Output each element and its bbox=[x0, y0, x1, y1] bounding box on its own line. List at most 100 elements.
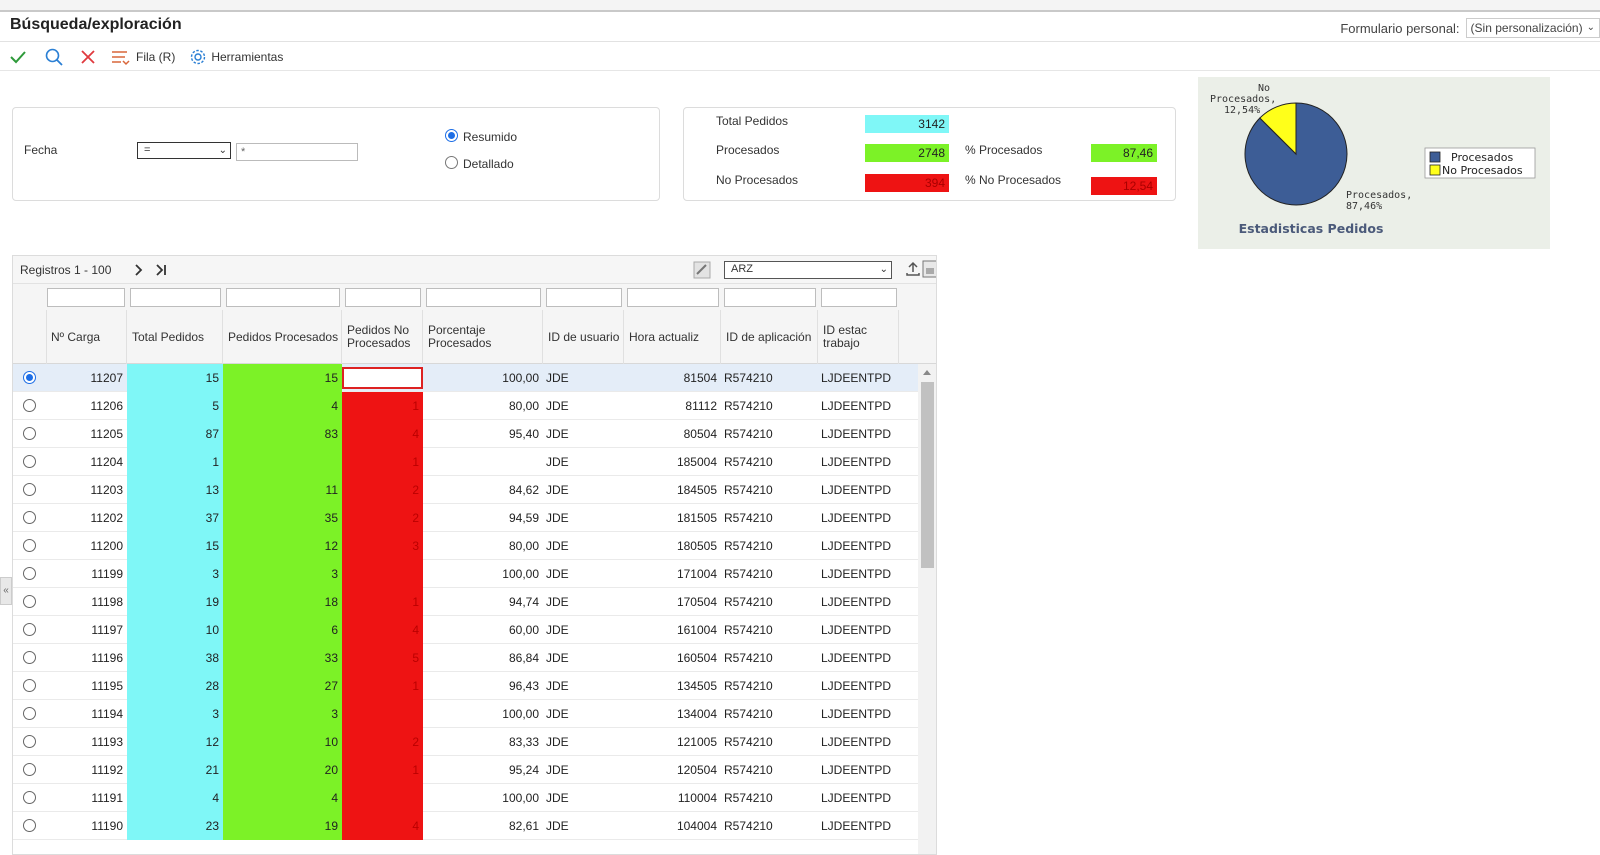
cell-total: 4 bbox=[127, 784, 223, 812]
row-select-radio[interactable] bbox=[23, 567, 36, 580]
header-select bbox=[13, 310, 47, 364]
header-total[interactable]: Total Pedidos bbox=[127, 310, 223, 364]
grid-filter-row bbox=[13, 284, 936, 310]
grid-scrollbar[interactable] bbox=[918, 364, 936, 854]
row-select-radio[interactable] bbox=[23, 595, 36, 608]
table-row[interactable]: 11196 38 33 5 86,84 JDE 160504 R574210 LJDEENTPD bbox=[13, 644, 918, 672]
header-carga[interactable]: Nº Carga bbox=[47, 310, 127, 364]
filter-hora-input[interactable] bbox=[627, 288, 719, 307]
header-app[interactable]: ID de aplicación bbox=[721, 310, 818, 364]
maximize-grid-icon[interactable] bbox=[922, 260, 937, 278]
filter-proc-input[interactable] bbox=[226, 288, 340, 307]
header-proc[interactable]: Pedidos Procesados bbox=[223, 310, 342, 364]
row-select-radio[interactable] bbox=[23, 651, 36, 664]
row-menu-button[interactable]: Fila (R) bbox=[110, 47, 175, 67]
cell-proc: 3 bbox=[223, 560, 342, 588]
row-select-radio[interactable] bbox=[23, 819, 36, 832]
table-row[interactable]: 11193 12 10 2 83,33 JDE 121005 R574210 LJDEENTPD bbox=[13, 728, 918, 756]
header-user[interactable]: ID de usuario bbox=[543, 310, 624, 364]
row-select-radio[interactable] bbox=[23, 623, 36, 636]
scroll-up-icon[interactable] bbox=[922, 368, 932, 376]
table-row[interactable]: 11190 23 19 4 82,61 JDE 104004 R574210 LJDEENTPD bbox=[13, 812, 918, 840]
filter-total-input[interactable] bbox=[130, 288, 221, 307]
header-noproc[interactable]: Pedidos No Procesados bbox=[342, 310, 423, 364]
row-select-radio[interactable] bbox=[23, 791, 36, 804]
filter-user-input[interactable] bbox=[546, 288, 622, 307]
row-select-radio[interactable] bbox=[23, 679, 36, 692]
table-row[interactable]: 11200 15 12 3 80,00 JDE 180505 R574210 LJDEENTPD bbox=[13, 532, 918, 560]
cell-total: 1 bbox=[127, 448, 223, 476]
table-row[interactable]: 11198 19 18 1 94,74 JDE 170504 R574210 LJDEENTPD bbox=[13, 588, 918, 616]
table-row[interactable]: 11194 3 3 100,00 JDE 134004 R574210 LJDEENTPD bbox=[13, 700, 918, 728]
date-operator-select[interactable]: = ⌄ bbox=[137, 142, 231, 159]
edit-grid-icon[interactable] bbox=[693, 261, 711, 279]
last-page-icon[interactable] bbox=[155, 264, 167, 276]
row-menu-label: Fila (R) bbox=[136, 49, 176, 64]
row-select-radio[interactable] bbox=[23, 707, 36, 720]
header-estac[interactable]: ID estac trabajo bbox=[818, 310, 899, 364]
cell-pct: 100,00 bbox=[502, 707, 539, 721]
header-hora[interactable]: Hora actualiz bbox=[624, 310, 721, 364]
row-select-radio[interactable] bbox=[23, 483, 36, 496]
chart-legend: Procesados No Procesados bbox=[1424, 147, 1536, 179]
row-select-radio[interactable] bbox=[23, 371, 36, 384]
cell-noproc bbox=[342, 700, 423, 728]
cell-hora: 184505 bbox=[676, 483, 717, 497]
header-pct[interactable]: Porcentaje Procesados bbox=[423, 310, 543, 364]
cell-app: R574210 bbox=[724, 371, 773, 385]
table-row[interactable]: 11207 15 15 100,00 JDE 81504 R574210 LJDEENTPD bbox=[13, 364, 918, 392]
cell-total: 15 bbox=[127, 532, 223, 560]
cell-estac: LJDEENTPD bbox=[821, 763, 892, 777]
cell-pct: 94,74 bbox=[508, 595, 539, 609]
cell-hora: 81504 bbox=[683, 371, 717, 385]
close-icon bbox=[81, 49, 95, 64]
collapse-panel-tab[interactable]: « bbox=[0, 577, 12, 605]
table-row[interactable]: 11205 87 83 4 95,40 JDE 80504 R574210 LJDEENTPD bbox=[13, 420, 918, 448]
find-button[interactable] bbox=[44, 47, 64, 67]
filter-app-input[interactable] bbox=[724, 288, 816, 307]
table-row[interactable]: 11199 3 3 100,00 JDE 171004 R574210 LJDEENTPD bbox=[13, 560, 918, 588]
chevron-down-icon: ⌄ bbox=[879, 264, 888, 275]
filter-pct-input[interactable] bbox=[426, 288, 541, 307]
table-row[interactable]: 11195 28 27 1 96,43 JDE 134505 R574210 LJDEENTPD bbox=[13, 672, 918, 700]
cell-noproc: 3 bbox=[342, 532, 423, 560]
filter-estac-input[interactable] bbox=[821, 288, 897, 307]
ok-button[interactable] bbox=[8, 47, 28, 67]
cell-noproc bbox=[342, 367, 423, 389]
row-select-radio[interactable] bbox=[23, 735, 36, 748]
row-select-radio[interactable] bbox=[23, 539, 36, 552]
table-row[interactable]: 11203 13 11 2 84,62 JDE 184505 R574210 LJDEENTPD bbox=[13, 476, 918, 504]
date-value-input[interactable]: * bbox=[236, 143, 358, 161]
personal-form-select[interactable]: (Sin personalización) ⌄ bbox=[1465, 18, 1600, 38]
cell-app: R574210 bbox=[724, 595, 773, 609]
filter-noproc-input[interactable] bbox=[345, 288, 421, 307]
filter-carga-input[interactable] bbox=[47, 288, 125, 307]
row-select-radio[interactable] bbox=[23, 399, 36, 412]
summary-radio[interactable] bbox=[445, 129, 458, 142]
grid-format-select[interactable]: ARZ ⌄ bbox=[724, 261, 892, 279]
export-icon[interactable] bbox=[905, 261, 921, 277]
next-page-icon[interactable] bbox=[133, 264, 145, 276]
date-label: Fecha bbox=[24, 143, 58, 157]
grid-scroll-thumb[interactable] bbox=[921, 382, 934, 568]
pct-not-processed-value: 12,54 bbox=[1091, 177, 1157, 195]
close-button[interactable] bbox=[78, 47, 98, 67]
personal-form-value: (Sin personalización) bbox=[1470, 21, 1583, 35]
table-row[interactable]: 11192 21 20 1 95,24 JDE 120504 R574210 LJDEENTPD bbox=[13, 756, 918, 784]
cell-carga: 11200 bbox=[90, 539, 123, 553]
chart-title: Estadisticas Pedidos bbox=[1239, 221, 1384, 236]
table-row[interactable]: 11206 5 4 1 80,00 JDE 81112 R574210 LJDEENTPD bbox=[13, 392, 918, 420]
cell-user: JDE bbox=[546, 567, 569, 581]
table-row[interactable]: 11204 1 1 JDE 185004 R574210 LJDEENTPD bbox=[13, 448, 918, 476]
row-select-radio[interactable] bbox=[23, 427, 36, 440]
table-row[interactable]: 11202 37 35 2 94,59 JDE 181505 R574210 LJDEENTPD bbox=[13, 504, 918, 532]
tools-menu-button[interactable]: Herramientas bbox=[189, 48, 283, 66]
detail-radio[interactable] bbox=[445, 156, 458, 169]
row-select-radio[interactable] bbox=[23, 763, 36, 776]
row-select-radio[interactable] bbox=[23, 455, 36, 468]
cell-pct: 86,84 bbox=[508, 651, 539, 665]
table-row[interactable]: 11191 4 4 100,00 JDE 110004 R574210 LJDEENTPD bbox=[13, 784, 918, 812]
row-select-radio[interactable] bbox=[23, 511, 36, 524]
table-row[interactable]: 11197 10 6 4 60,00 JDE 161004 R574210 LJDEENTPD bbox=[13, 616, 918, 644]
cell-pct: 100,00 bbox=[502, 371, 539, 385]
